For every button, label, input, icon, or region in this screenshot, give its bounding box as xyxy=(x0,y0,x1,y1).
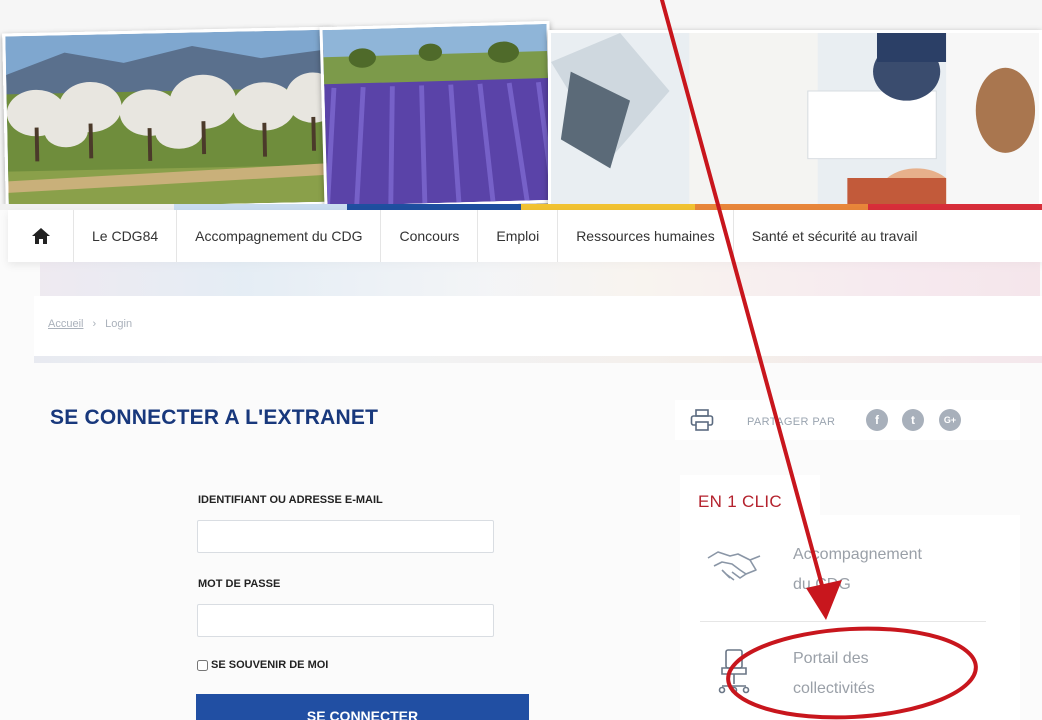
clic-link-portail-collectivites[interactable]: Portail des collectivités xyxy=(793,644,875,704)
facebook-icon[interactable]: f xyxy=(866,409,888,431)
remember-me-label: SE SOUVENIR DE MOI xyxy=(211,659,329,671)
share-bar xyxy=(675,400,1020,440)
office-chair-icon xyxy=(718,649,750,694)
breadcrumb-current: Login xyxy=(105,318,133,330)
password-input[interactable] xyxy=(197,604,494,637)
nav-item-emploi[interactable]: Emploi xyxy=(478,210,559,262)
clic-link-line: Accompagnement xyxy=(793,546,922,563)
login-button[interactable]: SE CONNECTER xyxy=(196,694,529,720)
main-nav: Le CDG84 Accompagnement du CDG Concours … xyxy=(8,210,1042,262)
handshake-icon xyxy=(707,551,761,581)
office-meeting-photo xyxy=(548,30,1042,210)
login-label: IDENTIFIANT OU ADRESSE E-MAIL xyxy=(198,494,383,506)
google-plus-icon[interactable]: G+ xyxy=(939,409,961,431)
home-icon xyxy=(31,228,50,244)
nav-item-ressources-humaines[interactable]: Ressources humaines xyxy=(558,210,734,262)
clic-link-line: Portail des xyxy=(793,650,869,667)
clic-divider xyxy=(700,621,986,622)
nav-item-le-cdg84[interactable]: Le CDG84 xyxy=(74,210,178,262)
clic-link-line: du CDG xyxy=(793,576,851,593)
breadcrumb-shadow xyxy=(34,356,1042,363)
clic-link-line: collectivités xyxy=(793,680,875,697)
breadcrumb: Accueil › Login xyxy=(48,318,132,330)
lavender-photo xyxy=(319,20,555,210)
print-icon[interactable] xyxy=(690,409,714,431)
nav-item-sante-securite[interactable]: Santé et sécurité au travail xyxy=(734,210,924,262)
login-input[interactable] xyxy=(197,520,494,553)
remember-me-checkbox[interactable] xyxy=(197,659,208,671)
orchard-photo xyxy=(2,26,336,210)
nav-item-accompagnement[interactable]: Accompagnement du CDG xyxy=(177,210,382,262)
clic-link-accompagnement[interactable]: Accompagnement du CDG xyxy=(793,540,922,600)
breadcrumb-home-link[interactable]: Accueil xyxy=(48,318,83,330)
home-link[interactable] xyxy=(8,210,74,262)
en-1-clic-title: EN 1 CLIC xyxy=(698,492,782,511)
twitter-icon[interactable]: t xyxy=(902,409,924,431)
share-label: PARTAGER PAR xyxy=(747,416,836,428)
nav-item-concours[interactable]: Concours xyxy=(381,210,479,262)
page-title: SE CONNECTER A L'EXTRANET xyxy=(50,406,379,429)
remember-me[interactable]: SE SOUVENIR DE MOI xyxy=(197,659,328,671)
breadcrumb-bar xyxy=(34,296,1042,356)
header-banner xyxy=(0,0,1042,210)
nav-shadow-band xyxy=(40,262,1040,296)
breadcrumb-separator: › xyxy=(92,318,97,330)
password-label: MOT DE PASSE xyxy=(198,578,281,590)
